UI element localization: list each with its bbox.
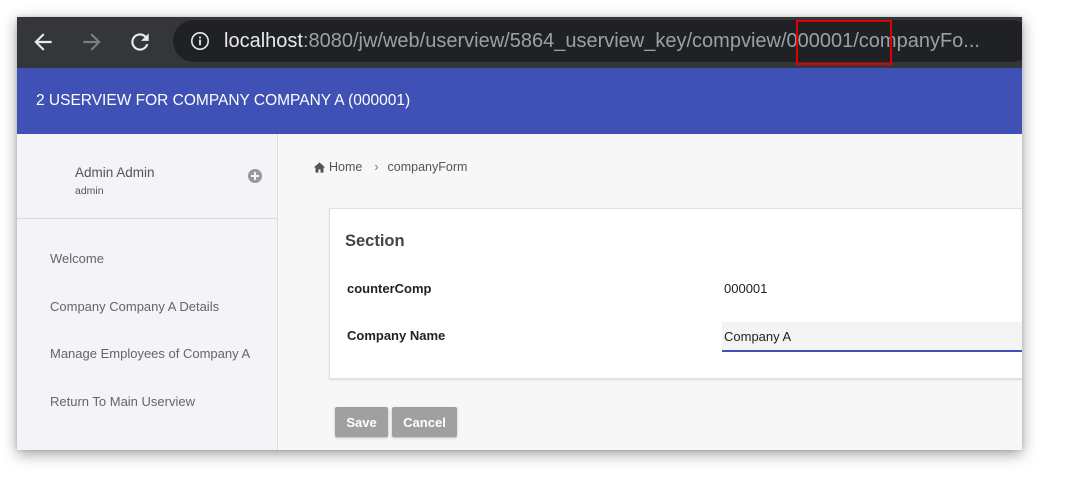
form-section-card: Section counterComp 000001 Company Name [329, 208, 1022, 379]
breadcrumb-home-link[interactable]: Home [329, 160, 362, 174]
plus-circle-icon[interactable] [247, 168, 263, 184]
sidebar-item-manage-employees[interactable]: Manage Employees of Company A [50, 346, 250, 361]
reload-icon[interactable] [127, 29, 153, 55]
sidebar-item-welcome[interactable]: Welcome [50, 251, 104, 266]
main-content: Home › companyForm Section counterComp 0… [278, 134, 1022, 450]
user-login: admin [75, 185, 104, 197]
user-name: Admin Admin [75, 165, 155, 180]
app-header: 2 USERVIEW FOR COMPANY COMPANY A (000001… [17, 68, 1022, 134]
address-bar[interactable]: localhost:8080/jw/web/userview/5864_user… [173, 20, 1022, 62]
screenshot-frame: localhost:8080/jw/web/userview/5864_user… [17, 17, 1022, 450]
home-icon[interactable] [313, 161, 326, 174]
user-profile: Admin Admin admin [17, 134, 277, 219]
company-name-input[interactable] [722, 322, 1022, 352]
save-button[interactable]: Save [335, 407, 388, 437]
breadcrumb: Home › companyForm [313, 160, 467, 174]
field-label-countercomp: counterComp [347, 281, 432, 296]
url-host: localhost [224, 30, 303, 52]
forward-arrow-icon[interactable] [79, 29, 105, 55]
browser-toolbar: localhost:8080/jw/web/userview/5864_user… [17, 17, 1022, 68]
info-icon[interactable] [190, 31, 210, 51]
app-title: 2 USERVIEW FOR COMPANY COMPANY A (000001… [36, 92, 411, 109]
sidebar-item-company-details[interactable]: Company Company A Details [50, 299, 219, 314]
url-id-highlight-box [796, 20, 892, 65]
sidebar-item-return-main[interactable]: Return To Main Userview [50, 394, 195, 409]
section-title: Section [345, 232, 405, 250]
cancel-button[interactable]: Cancel [392, 407, 457, 437]
field-label-company-name: Company Name [347, 328, 446, 343]
breadcrumb-chevron-icon: › [374, 160, 379, 174]
field-value-countercomp: 000001 [724, 281, 768, 296]
sidebar: Admin Admin admin Welcome Company Compan… [17, 134, 278, 450]
breadcrumb-current: companyForm [387, 160, 468, 174]
back-arrow-icon[interactable] [30, 29, 56, 55]
